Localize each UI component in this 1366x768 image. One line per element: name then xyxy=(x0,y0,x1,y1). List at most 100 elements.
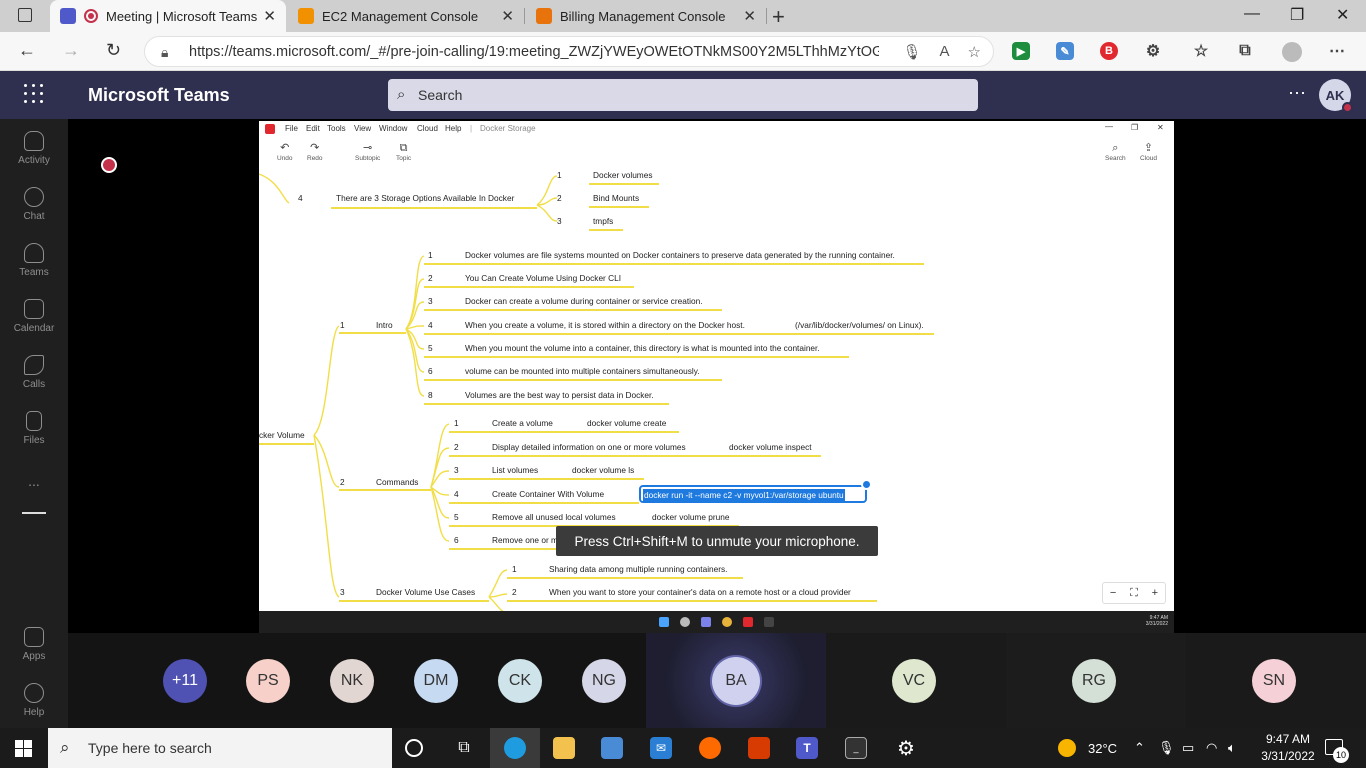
intro-item[interactable]: Docker can create a volume during contai… xyxy=(465,296,703,306)
store-icon[interactable] xyxy=(601,737,623,759)
cortana-icon[interactable] xyxy=(405,739,423,757)
minimize-icon[interactable]: — xyxy=(1244,5,1260,23)
intro-item[interactable]: When you mount the volume into a contain… xyxy=(465,343,820,353)
participant-tile[interactable]: PS xyxy=(228,633,312,728)
tab-teams-meeting[interactable]: Meeting | Microsoft Teams ✕ xyxy=(50,0,286,32)
collections-icon[interactable]: ⧉ xyxy=(1236,42,1254,60)
office-icon[interactable] xyxy=(748,737,770,759)
participant-tile[interactable]: +11 xyxy=(68,633,228,728)
tab-actions-icon[interactable] xyxy=(18,8,32,22)
volume-icon[interactable]: 🔈︎ xyxy=(1228,728,1236,768)
wifi-icon[interactable]: ◠ xyxy=(1206,728,1217,768)
topic-bind-mounts[interactable]: Bind Mounts xyxy=(593,193,639,203)
topic-intro[interactable]: Intro xyxy=(376,320,393,330)
rail-item-calendar[interactable]: Calendar xyxy=(0,299,68,334)
app-launcher-icon[interactable] xyxy=(24,84,44,104)
command-item[interactable]: Remove all unused local volumes xyxy=(492,512,616,522)
read-aloud-icon[interactable]: A xyxy=(940,43,950,61)
taskbar-search-input[interactable]: ⌕ Type here to search xyxy=(48,728,392,768)
extension-icon[interactable]: ✎ xyxy=(1056,42,1074,60)
command-text[interactable]: docker volume inspect xyxy=(729,442,812,452)
rail-item-chat[interactable]: Chat xyxy=(0,187,68,222)
use-case-item[interactable]: When you want to store your container's … xyxy=(549,587,851,597)
taskbar-clock[interactable]: 9:47 AM 3/31/2022 xyxy=(1256,731,1320,765)
forward-icon[interactable]: → xyxy=(62,40,80,61)
task-view-icon[interactable]: ⧉ xyxy=(453,737,475,759)
tab-ec2-console[interactable]: EC2 Management Console ✕ xyxy=(288,0,525,32)
settings-icon[interactable]: ⚙︎ xyxy=(895,737,917,760)
rail-item-files[interactable]: Files xyxy=(0,411,68,446)
command-item[interactable]: Create a volume xyxy=(492,418,553,428)
close-icon[interactable]: ✕ xyxy=(263,7,276,25)
weather-widget[interactable]: 32°C xyxy=(1058,728,1117,768)
intro-item-path[interactable]: (/var/lib/docker/volumes/ on Linux). xyxy=(795,320,924,330)
extensions-icon[interactable]: ⚙︎ xyxy=(1144,42,1162,60)
edge-icon[interactable] xyxy=(490,728,540,768)
mail-icon[interactable]: ✉ xyxy=(650,737,672,759)
topic-use-cases[interactable]: Docker Volume Use Cases xyxy=(376,587,475,597)
participant-tile[interactable]: NG xyxy=(564,633,646,728)
participant-tile-active-speaker[interactable]: BA xyxy=(646,633,826,728)
command-text[interactable]: docker volume create xyxy=(587,418,666,428)
participant-tile[interactable]: NK xyxy=(312,633,396,728)
use-case-item[interactable]: Sharing data among multiple running cont… xyxy=(549,564,728,574)
root-topic[interactable]: cker Volume xyxy=(259,430,305,440)
microphone-icon[interactable]: 🎙︎ xyxy=(902,43,921,61)
rail-item-apps[interactable]: Apps xyxy=(0,627,68,662)
intro-item[interactable]: Docker volumes are file systems mounted … xyxy=(465,250,895,260)
terminal-icon[interactable]: _ xyxy=(845,737,867,759)
participant-tile[interactable]: DM xyxy=(396,633,480,728)
back-icon[interactable]: ← xyxy=(18,40,36,61)
participant-tile[interactable]: VC xyxy=(826,633,1006,728)
tab-billing-console[interactable]: Billing Management Console ✕ xyxy=(526,0,767,32)
topic-commands[interactable]: Commands xyxy=(376,477,418,487)
topic-storage-options[interactable]: There are 3 Storage Options Available In… xyxy=(336,193,514,203)
topic-tmpfs[interactable]: tmpfs xyxy=(593,216,613,226)
windows-start-icon[interactable] xyxy=(15,740,32,757)
firefox-icon[interactable] xyxy=(699,737,721,759)
favorite-add-icon[interactable]: ☆ xyxy=(968,43,981,61)
profile-icon[interactable] xyxy=(1282,42,1302,62)
command-item[interactable]: Create Container With Volume xyxy=(492,489,604,499)
add-child-icon[interactable] xyxy=(861,479,872,490)
close-icon[interactable]: ✕ xyxy=(743,7,756,25)
participant-tile[interactable]: SN xyxy=(1186,633,1366,728)
microphone-icon[interactable]: 🎙︎ xyxy=(1158,728,1175,768)
rail-item-calls[interactable]: Calls xyxy=(0,355,68,390)
search-input[interactable]: ⌕ Search xyxy=(388,79,978,111)
extension-icon[interactable]: B xyxy=(1100,42,1118,60)
fit-to-screen-icon[interactable]: ⛶ xyxy=(1130,587,1138,600)
intro-item[interactable]: volume can be mounted into multiple cont… xyxy=(465,366,700,376)
intro-item[interactable]: Volumes are the best way to persist data… xyxy=(465,390,654,400)
settings-more-icon[interactable]: ⋯ xyxy=(1328,42,1346,60)
zoom-in-icon[interactable]: + xyxy=(1152,587,1158,599)
more-apps-icon[interactable]: ... xyxy=(0,473,68,489)
intro-item[interactable]: When you create a volume, it is stored w… xyxy=(465,320,745,330)
command-item[interactable]: Display detailed information on one or m… xyxy=(492,442,686,452)
close-icon[interactable]: ✕ xyxy=(501,7,514,25)
user-avatar[interactable]: AK xyxy=(1319,79,1353,113)
zoom-out-icon[interactable]: − xyxy=(1110,587,1116,599)
command-item[interactable]: List volumes xyxy=(492,465,538,475)
topic-docker-volumes[interactable]: Docker volumes xyxy=(593,170,652,180)
show-hidden-icons-icon[interactable]: ⌃ xyxy=(1134,728,1145,768)
extension-icon[interactable]: ▶ xyxy=(1012,42,1030,60)
participant-tile[interactable]: RG xyxy=(1006,633,1186,728)
command-text[interactable]: docker volume ls xyxy=(572,465,634,475)
rail-item-teams[interactable]: Teams xyxy=(0,243,68,278)
battery-icon[interactable]: ▭ xyxy=(1182,728,1194,768)
close-window-icon[interactable]: ✕ xyxy=(1336,5,1349,25)
teams-app-icon[interactable]: T xyxy=(796,737,818,759)
selected-topic[interactable]: docker run -it --name c2 -v myvol1:/var/… xyxy=(639,479,872,503)
new-tab-icon[interactable]: + xyxy=(772,4,785,30)
address-bar[interactable]: 🔒︎ https://teams.microsoft.com/_#/pre-jo… xyxy=(144,36,994,67)
refresh-icon[interactable]: ↻ xyxy=(106,40,121,61)
command-text[interactable]: docker volume prune xyxy=(652,512,729,522)
rail-item-help[interactable]: Help xyxy=(0,683,68,718)
file-explorer-icon[interactable] xyxy=(553,737,575,759)
restore-icon[interactable]: ❐ xyxy=(1290,5,1304,25)
favorites-icon[interactable]: ☆ xyxy=(1192,42,1210,60)
command-item[interactable]: Remove one or m xyxy=(492,535,558,545)
participant-tile[interactable]: CK xyxy=(480,633,564,728)
intro-item[interactable]: You Can Create Volume Using Docker CLI xyxy=(465,273,621,283)
